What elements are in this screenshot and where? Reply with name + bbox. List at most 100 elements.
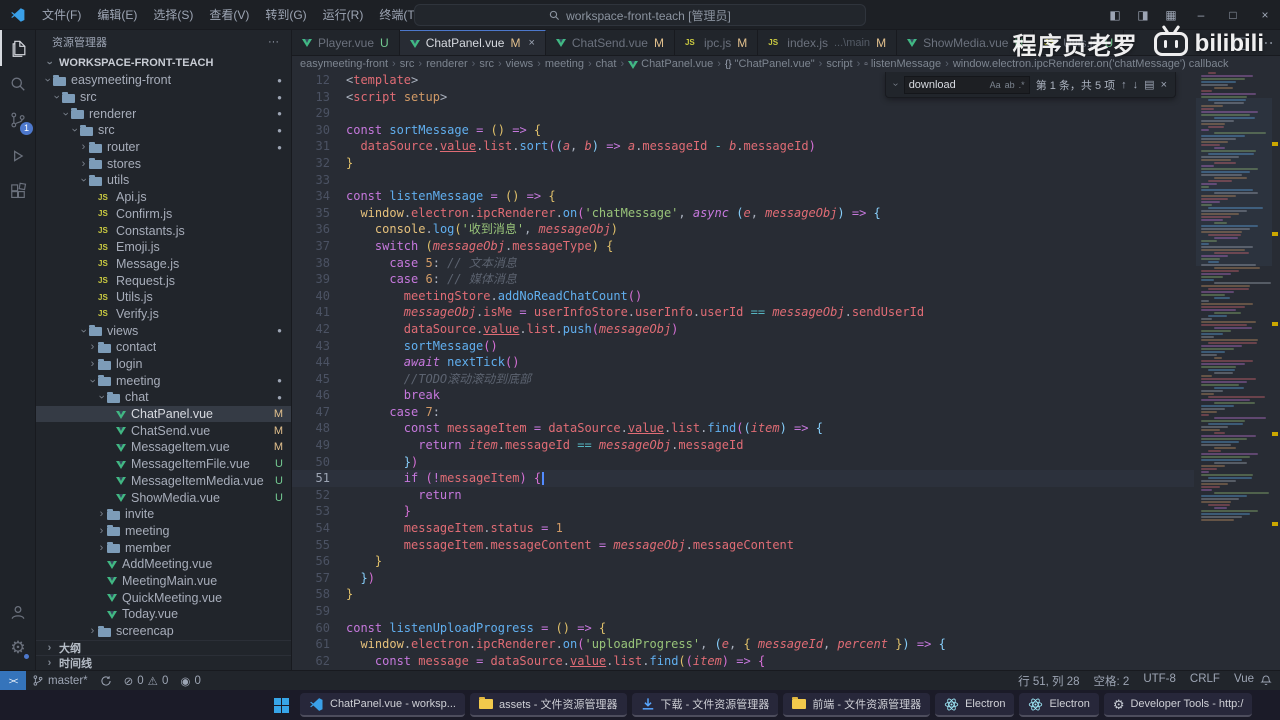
toggle-secondary-sidebar-icon[interactable]: ◨ (1130, 8, 1156, 22)
chevron-right-icon[interactable]: › (96, 525, 107, 537)
tree-item[interactable]: › login (36, 356, 291, 373)
menu-item[interactable]: 运行(R) (315, 4, 372, 26)
tree-item[interactable]: Today.vue (36, 606, 291, 623)
chevron-right-icon[interactable]: › (78, 141, 89, 153)
menu-item[interactable]: 编辑(E) (89, 4, 145, 26)
explorer-icon[interactable] (0, 30, 36, 66)
tree-item[interactable]: › meeting (36, 523, 291, 540)
tree-item[interactable]: MeetingMain.vue (36, 573, 291, 590)
chevron-down-icon[interactable]: › (69, 125, 81, 136)
command-center-search[interactable]: workspace-front-teach [管理员] (414, 4, 866, 26)
run-debug-icon[interactable] (0, 138, 36, 174)
tree-item[interactable]: JS Verify.js (36, 306, 291, 323)
tree-item[interactable]: › src ● (36, 122, 291, 139)
tree-item[interactable]: ChatSend.vue M (36, 422, 291, 439)
menu-item[interactable]: 转到(G) (257, 4, 314, 26)
tree-item[interactable]: JS Utils.js (36, 289, 291, 306)
whole-word-icon[interactable]: ab (1005, 80, 1015, 90)
minimap[interactable] (1196, 72, 1272, 670)
remote-indicator[interactable]: >< (0, 670, 26, 691)
tree-item[interactable]: ShowMedia.vue U (36, 489, 291, 506)
tree-item[interactable]: QuickMeeting.vue (36, 589, 291, 606)
chevron-right-icon[interactable]: › (96, 508, 107, 520)
tree-item[interactable]: › contact (36, 339, 291, 356)
tree-item[interactable]: MessageItem.vue M (36, 439, 291, 456)
chevron-down-icon[interactable]: › (42, 75, 54, 86)
tree-item[interactable]: › easymeeting-front ● (36, 72, 291, 89)
extensions-icon[interactable] (0, 174, 36, 210)
tree-item[interactable]: JS Api.js (36, 189, 291, 206)
maximize-button[interactable]: □ (1218, 0, 1248, 30)
tree-item[interactable]: › src ● (36, 89, 291, 106)
chevron-down-icon[interactable]: › (51, 92, 63, 103)
tree-item[interactable]: AddMeeting.vue (36, 556, 291, 573)
tab-ChatPanel.vue[interactable]: ChatPanel.vue M × (399, 30, 546, 55)
tree-item[interactable]: › stores (36, 155, 291, 172)
tree-item[interactable]: JS Request.js (36, 272, 291, 289)
match-case-icon[interactable]: Aa (990, 80, 1001, 90)
tab-ipc.js[interactable]: JS ipc.js M (674, 30, 759, 55)
tree-item[interactable]: › renderer ● (36, 105, 291, 122)
breadcrumb-item[interactable]: script (826, 58, 852, 70)
taskbar-button[interactable]: ChatPanel.vue - worksp... (300, 693, 465, 717)
chevron-down-icon[interactable]: › (78, 325, 90, 336)
tab-ChatSend.vue[interactable]: ChatSend.vue M (545, 30, 675, 55)
breadcrumb-item[interactable]: src (479, 58, 494, 70)
chevron-down-icon[interactable]: › (60, 108, 72, 119)
tree-item[interactable]: JS Confirm.js (36, 206, 291, 223)
tree-item[interactable]: › views ● (36, 322, 291, 339)
chevron-right-icon[interactable]: › (87, 341, 98, 353)
breadcrumb-item[interactable]: chat (596, 58, 617, 70)
chevron-right-icon[interactable]: › (87, 625, 98, 637)
tree-item[interactable]: › router ● (36, 139, 291, 156)
find-in-selection-icon[interactable]: ▤ (1144, 78, 1154, 91)
status-item[interactable]: CRLF (1190, 673, 1220, 689)
source-control-icon[interactable]: 1 (0, 102, 36, 138)
tree-item[interactable]: › screencap (36, 623, 291, 640)
outline-section[interactable]: › 大纲 (36, 640, 291, 655)
problems-item[interactable]: ⊘ 0 ⚠ 0 (118, 671, 175, 691)
search-icon[interactable] (0, 66, 36, 102)
chevron-right-icon[interactable]: › (87, 358, 98, 370)
find-input[interactable] (908, 78, 986, 91)
taskbar-button[interactable]: Electron (1019, 693, 1099, 717)
tree-item[interactable]: › invite (36, 506, 291, 523)
minimize-button[interactable]: – (1186, 0, 1216, 30)
taskbar-button[interactable]: Electron (935, 693, 1015, 717)
breadcrumb-item[interactable]: meeting (545, 58, 584, 70)
regex-icon[interactable]: .* (1019, 80, 1025, 90)
toggle-sidebar-icon[interactable]: ◧ (1102, 8, 1128, 22)
tree-item[interactable]: MessageItemFile.vue U (36, 456, 291, 473)
tree-item[interactable]: MessageItemMedia.vue U (36, 473, 291, 490)
chevron-down-icon[interactable]: › (78, 175, 90, 186)
customize-layout-icon[interactable]: ▦ (1158, 8, 1184, 22)
settings-gear-icon[interactable]: ⚙ (0, 630, 36, 666)
taskbar-button[interactable]: assets - 文件资源管理器 (469, 693, 627, 717)
breadcrumb-item[interactable]: views (506, 58, 534, 70)
close-icon[interactable]: × (528, 37, 534, 49)
status-item[interactable]: Vue (1234, 673, 1254, 689)
status-item[interactable]: 行 51, 列 28 (1018, 673, 1079, 689)
git-branch-item[interactable]: master* (26, 671, 94, 691)
tree-item[interactable]: › meeting ● (36, 372, 291, 389)
bell-icon[interactable] (1260, 674, 1272, 687)
taskbar-button[interactable]: 下载 - 文件资源管理器 (631, 693, 779, 717)
chevron-down-icon[interactable]: › (96, 392, 108, 403)
close-button[interactable]: × (1250, 0, 1280, 30)
chevron-down-icon[interactable]: › (87, 375, 99, 386)
tab-index.js[interactable]: JS index.js ...\main M (758, 30, 898, 55)
status-item[interactable]: 空格: 2 (1094, 673, 1130, 689)
breadcrumb-item[interactable]: renderer (426, 58, 468, 70)
taskbar-button[interactable]: ⚙ Developer Tools - http:/ (1103, 693, 1253, 717)
breadcrumb-item[interactable]: window.electron.ipcRenderer.on('chatMess… (953, 58, 1229, 70)
breadcrumb-item[interactable]: {} "ChatPanel.vue" (725, 58, 815, 70)
breadcrumb-item[interactable]: src (400, 58, 415, 70)
find-next-icon[interactable]: ↓ (1133, 79, 1139, 91)
tree-item[interactable]: JS Emoji.js (36, 239, 291, 256)
sync-changes-item[interactable] (94, 671, 118, 691)
breadcrumb-item[interactable]: ▫ listenMessage (864, 58, 941, 70)
taskbar-button[interactable] (268, 693, 295, 717)
code-editor[interactable]: 12 <template> 13 <script setup> 29 30 const so… (292, 72, 1194, 670)
status-item[interactable]: UTF-8 (1143, 673, 1176, 689)
chevron-right-icon[interactable]: › (96, 542, 107, 554)
